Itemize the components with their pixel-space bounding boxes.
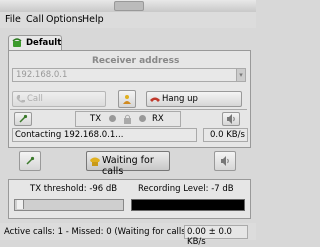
receiver-address-label: Receiver address bbox=[92, 56, 180, 66]
connection-rate-box: 0.0 KB/s bbox=[203, 128, 248, 142]
speaker-icon bbox=[221, 156, 229, 166]
menu-help[interactable]: Help bbox=[82, 14, 104, 25]
global-speaker-button[interactable] bbox=[214, 151, 236, 171]
menu-file[interactable]: File bbox=[5, 14, 21, 25]
global-mic-button[interactable] bbox=[19, 151, 41, 171]
connection-status-box: Contacting 192.168.0.1... bbox=[12, 128, 197, 142]
menu-options[interactable]: Options bbox=[46, 14, 83, 25]
status-bar: Active calls: 1 - Missed: 0 (Waiting for… bbox=[0, 223, 256, 247]
connection-rate: 0.0 KB/s bbox=[210, 130, 245, 140]
contact-button[interactable] bbox=[118, 90, 136, 108]
microphone-icon bbox=[26, 156, 35, 165]
recording-level-meter bbox=[131, 199, 245, 211]
contact-icon bbox=[123, 95, 131, 104]
tx-led bbox=[109, 115, 116, 122]
status-rate-box: 0.00 ± 0.0 KB/s bbox=[184, 225, 248, 247]
tx-rx-indicator: TX RX bbox=[75, 111, 181, 127]
status-rate: 0.00 ± 0.0 KB/s bbox=[187, 227, 232, 247]
waiting-for-calls-label: Waiting for calls bbox=[102, 155, 154, 177]
tab-default[interactable]: Default bbox=[8, 35, 62, 51]
handset-icon bbox=[16, 95, 25, 103]
slider-handle[interactable] bbox=[17, 200, 24, 209]
mic-button[interactable] bbox=[14, 112, 32, 126]
menu-bar: File Call Options Help bbox=[0, 12, 256, 28]
phone-icon bbox=[12, 38, 22, 47]
hang-up-icon bbox=[150, 97, 160, 102]
status-text: Active calls: 1 - Missed: 0 (Waiting for… bbox=[4, 227, 189, 237]
lock-icon bbox=[124, 114, 131, 124]
separator bbox=[10, 109, 247, 110]
tx-label: TX bbox=[90, 114, 102, 124]
tx-threshold-slider[interactable] bbox=[14, 199, 124, 211]
chevron-down-icon[interactable]: ▾ bbox=[236, 69, 245, 81]
window-title bbox=[114, 1, 144, 11]
call-button[interactable]: Call bbox=[12, 91, 106, 107]
tab-label: Default bbox=[26, 38, 62, 48]
call-button-label: Call bbox=[27, 94, 43, 104]
hang-up-button-label: Hang up bbox=[162, 94, 198, 104]
receiver-address-value: 192.168.0.1 bbox=[16, 70, 68, 80]
recording-level-label: Recording Level: -7 dB bbox=[138, 184, 234, 194]
rx-label: RX bbox=[152, 114, 164, 124]
speaker-button[interactable] bbox=[222, 112, 240, 126]
connection-status: Contacting 192.168.0.1... bbox=[15, 130, 124, 140]
rx-led bbox=[139, 115, 146, 122]
hang-up-button[interactable]: Hang up bbox=[146, 91, 242, 107]
receiver-address-combo[interactable]: 192.168.0.1 ▾ bbox=[12, 68, 246, 82]
tx-threshold-label: TX threshold: -96 dB bbox=[30, 184, 118, 194]
microphone-icon bbox=[19, 114, 28, 123]
waiting-phone-icon bbox=[90, 157, 100, 166]
waiting-for-calls-button[interactable]: Waiting for calls bbox=[86, 151, 170, 177]
menu-call[interactable]: Call bbox=[26, 14, 44, 25]
speaker-icon bbox=[227, 114, 235, 124]
